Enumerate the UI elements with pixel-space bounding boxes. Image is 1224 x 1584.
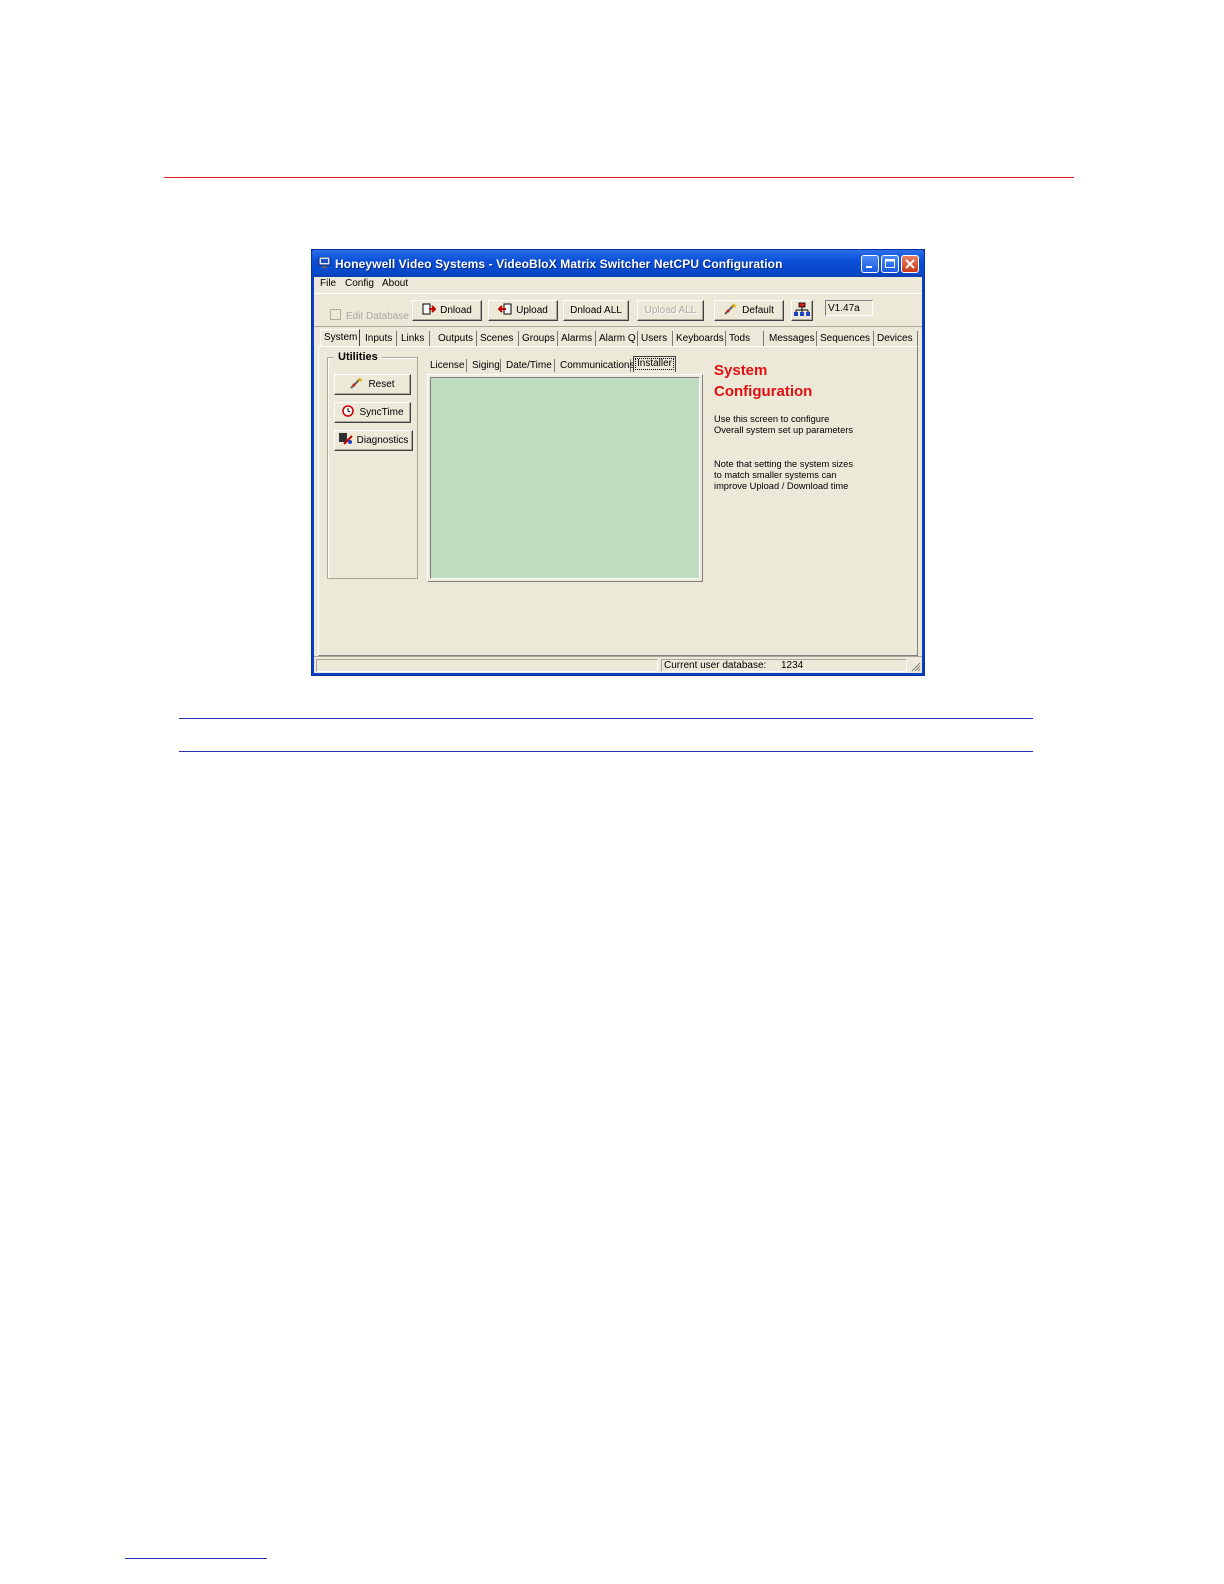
upload-button[interactable]: Upload bbox=[488, 300, 558, 321]
footnote-rule bbox=[125, 1558, 267, 1559]
subtab-license[interactable]: License bbox=[427, 359, 467, 372]
dnload-all-button[interactable]: Dnload ALL bbox=[563, 300, 629, 321]
monitor-icon bbox=[318, 257, 331, 268]
tab-system[interactable]: System bbox=[320, 329, 360, 347]
upload-icon bbox=[498, 303, 512, 315]
wand-icon bbox=[724, 303, 738, 315]
checkbox-box bbox=[330, 309, 341, 320]
tab-tods[interactable]: Tods bbox=[726, 331, 764, 347]
description-text: Use this screen to configure Overall sys… bbox=[714, 414, 853, 435]
system-panel: Utilities Reset SyncTime Diagnostics Lic… bbox=[318, 346, 918, 656]
tab-messages[interactable]: Messages bbox=[766, 331, 817, 347]
installer-pane bbox=[430, 377, 700, 579]
network-icon bbox=[794, 302, 810, 316]
status-panel-left bbox=[316, 659, 658, 672]
page-title-line2: Configuration bbox=[714, 383, 813, 400]
reset-label: Reset bbox=[368, 379, 395, 390]
minimize-icon bbox=[866, 266, 872, 268]
clock-icon bbox=[342, 405, 355, 417]
utilities-group: Utilities Reset SyncTime Diagnostics bbox=[327, 351, 418, 579]
maximize-icon bbox=[885, 259, 895, 268]
status-value: 1234 bbox=[781, 660, 804, 671]
system-subtabs: License Siging Date/Time Communications … bbox=[427, 356, 687, 372]
upload-all-label: Upload ALL bbox=[644, 305, 697, 316]
dnload-label: Dnload bbox=[440, 305, 472, 316]
subtab-installer[interactable]: Installer bbox=[633, 356, 676, 372]
installer-content bbox=[427, 374, 703, 582]
menu-bar: File Config About bbox=[314, 277, 922, 293]
status-label: Current user database: bbox=[664, 660, 767, 671]
blue-divider-bottom bbox=[179, 751, 1033, 752]
subtab-date-time[interactable]: Date/Time bbox=[503, 359, 555, 372]
main-tabs: System Inputs Links Outputs Scenes Group… bbox=[320, 329, 920, 347]
network-button[interactable] bbox=[791, 300, 813, 321]
tab-alarms[interactable]: Alarms bbox=[558, 331, 596, 347]
app-window: Honeywell Video Systems - VideoBloX Matr… bbox=[312, 250, 924, 675]
tab-alarm-q[interactable]: Alarm Q bbox=[596, 331, 638, 347]
maximize-button[interactable] bbox=[881, 255, 899, 273]
page-title-line1: System bbox=[714, 362, 768, 379]
window-title: Honeywell Video Systems - VideoBloX Matr… bbox=[335, 257, 783, 271]
tab-scenes[interactable]: Scenes bbox=[477, 331, 519, 347]
status-bar: Current user database: 1234 bbox=[314, 656, 922, 673]
synctime-label: SyncTime bbox=[359, 407, 404, 418]
menu-file[interactable]: File bbox=[320, 278, 336, 289]
wand-icon bbox=[350, 377, 364, 389]
minimize-button[interactable] bbox=[861, 255, 879, 273]
diagnostics-label: Diagnostics bbox=[356, 435, 409, 446]
version-field: V1.47a bbox=[825, 300, 873, 316]
upload-all-button: Upload ALL bbox=[637, 300, 704, 321]
edit-database-checkbox[interactable]: Edit Database bbox=[330, 309, 409, 322]
status-panel-database: Current user database: 1234 bbox=[661, 659, 907, 672]
upload-label: Upload bbox=[516, 305, 548, 316]
reset-button[interactable]: Reset bbox=[334, 374, 411, 395]
tab-inputs[interactable]: Inputs bbox=[362, 331, 397, 347]
tab-groups[interactable]: Groups bbox=[519, 331, 558, 347]
blue-divider-top bbox=[179, 718, 1033, 719]
edit-database-label: Edit Database bbox=[346, 311, 409, 322]
diagnostics-button[interactable]: Diagnostics bbox=[334, 430, 413, 451]
download-icon bbox=[422, 303, 437, 315]
menu-config[interactable]: Config bbox=[345, 278, 374, 289]
tab-users[interactable]: Users bbox=[638, 331, 673, 347]
close-button[interactable] bbox=[901, 255, 919, 273]
resize-grip-icon[interactable] bbox=[911, 662, 921, 672]
diagnostics-icon bbox=[338, 433, 353, 445]
default-button[interactable]: Default bbox=[714, 300, 784, 321]
default-label: Default bbox=[742, 305, 774, 316]
tab-links[interactable]: Links bbox=[398, 331, 430, 347]
subtab-communications[interactable]: Communications bbox=[557, 359, 634, 372]
synctime-button[interactable]: SyncTime bbox=[334, 402, 411, 423]
toolbar: Edit Database Dnload Upload Dnload ALL U… bbox=[314, 293, 922, 327]
dnload-all-label: Dnload ALL bbox=[570, 305, 622, 316]
tab-sequences[interactable]: Sequences bbox=[817, 331, 874, 347]
title-bar[interactable]: Honeywell Video Systems - VideoBloX Matr… bbox=[312, 250, 924, 277]
note-text: Note that setting the system sizes to ma… bbox=[714, 459, 853, 491]
tab-outputs[interactable]: Outputs bbox=[435, 331, 477, 347]
tab-devices[interactable]: Devices bbox=[874, 331, 918, 347]
close-icon bbox=[905, 259, 915, 269]
dnload-button[interactable]: Dnload bbox=[412, 300, 482, 321]
page-title: System Configuration bbox=[714, 360, 864, 402]
tab-keyboards[interactable]: Keyboards bbox=[673, 331, 726, 347]
menu-about[interactable]: About bbox=[382, 278, 408, 289]
utilities-label: Utilities bbox=[334, 351, 382, 363]
subtab-siging[interactable]: Siging bbox=[469, 359, 501, 372]
red-divider bbox=[164, 177, 1074, 178]
